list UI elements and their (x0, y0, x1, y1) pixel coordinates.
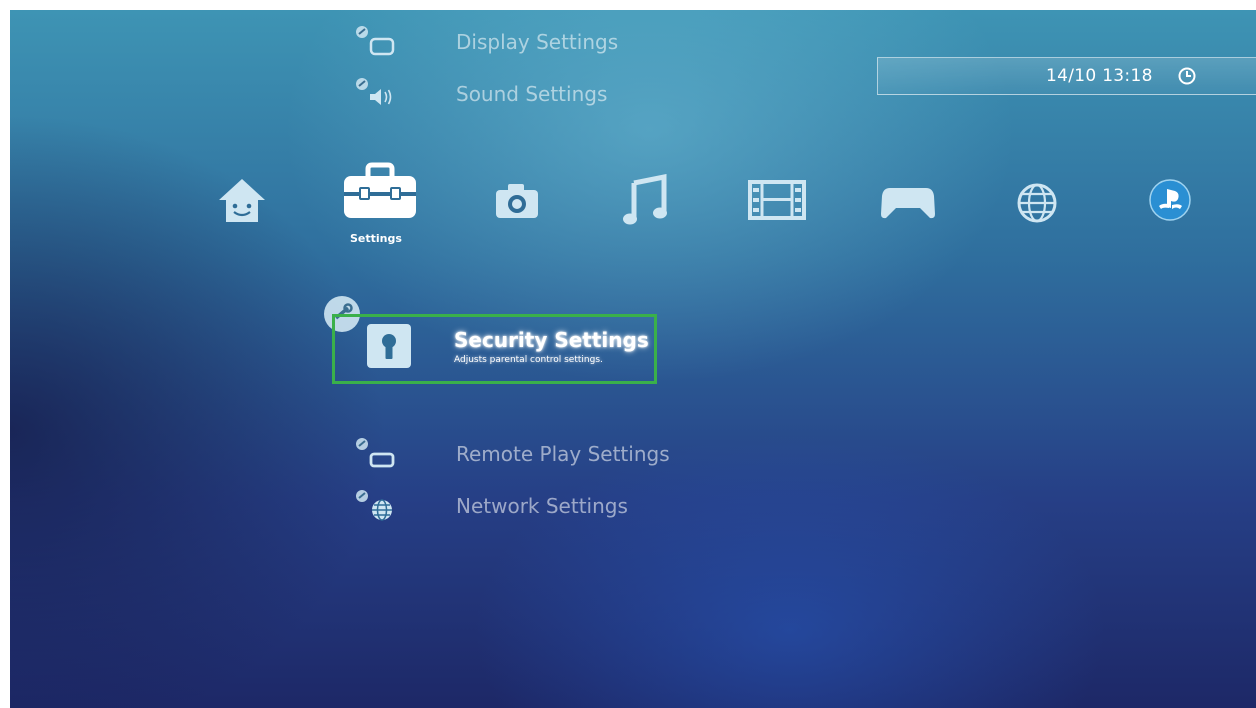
display-settings-icon (356, 26, 395, 56)
menu-item-display-settings[interactable]: Display Settings (350, 22, 770, 62)
clock-icon (1178, 67, 1196, 85)
menu-item-label: Remote Play Settings (456, 442, 670, 466)
user-icon[interactable] (216, 176, 268, 226)
remote-play-settings-icon (356, 438, 395, 468)
xmb-screen: 14/10 13:18 Display Settings Sound Setti… (10, 10, 1256, 708)
menu-item-remote-play-settings[interactable]: Remote Play Settings (350, 434, 770, 474)
category-label: Settings (350, 232, 402, 245)
menu-item-network-settings[interactable]: Network Settings (350, 486, 770, 526)
keyhole-icon (367, 324, 411, 368)
globe-icon[interactable] (1016, 182, 1058, 224)
toolbox-icon[interactable] (342, 162, 418, 220)
network-settings-icon (356, 490, 392, 521)
menu-item-label: Security Settings (454, 328, 649, 352)
menu-item-label: Network Settings (456, 494, 628, 518)
gamepad-icon[interactable] (880, 184, 936, 220)
menu-item-description: Adjusts parental control settings. (454, 355, 603, 365)
camera-icon[interactable] (494, 182, 540, 220)
film-strip-icon[interactable] (748, 180, 806, 220)
menu-item-label: Display Settings (456, 30, 619, 54)
playstation-icon[interactable] (1148, 178, 1192, 222)
sound-settings-icon (356, 78, 392, 105)
datetime-text: 14/10 13:18 (1046, 66, 1153, 86)
music-note-icon[interactable] (622, 174, 668, 226)
menu-item-sound-settings[interactable]: Sound Settings (350, 74, 770, 114)
menu-item-label: Sound Settings (456, 82, 608, 106)
